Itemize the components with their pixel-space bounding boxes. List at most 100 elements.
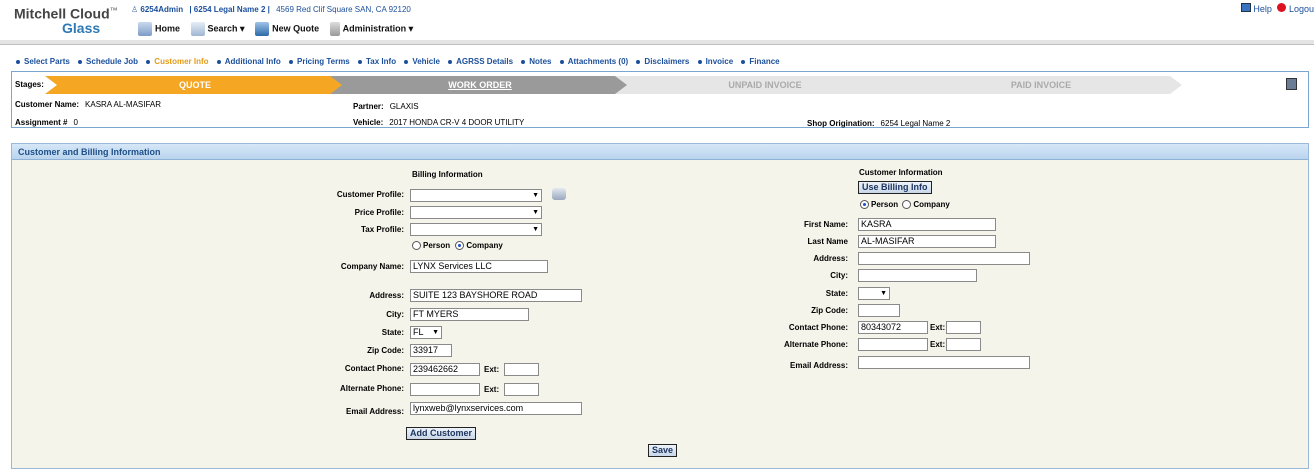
subnav-finance[interactable]: Finance (741, 57, 780, 66)
customer-alt-ext-field[interactable] (946, 338, 981, 351)
price-profile-label: Price Profile: (354, 208, 404, 217)
wrench-icon (329, 22, 340, 36)
lookup-icon[interactable] (552, 188, 566, 200)
customer-zip-label: Zip Code: (811, 306, 848, 315)
subnav-schedule-job[interactable]: Schedule Job (78, 57, 138, 66)
subnav-pricing-terms[interactable]: Pricing Terms (289, 57, 350, 66)
logout-link[interactable]: Logou (1289, 4, 1314, 14)
customer-ext-label: Ext: (930, 323, 946, 332)
customer-email-field[interactable] (858, 356, 1030, 369)
customer-type-radios: Person Company (860, 200, 950, 210)
nav-administration[interactable]: Administration ▾ (329, 22, 413, 36)
stage-panel: Stages: QUOTE WORK ORDER UNPAID INVOICE … (11, 71, 1309, 128)
customer-address-field[interactable] (858, 252, 1030, 265)
subnav-vehicle[interactable]: Vehicle (404, 57, 440, 66)
subnav-disclaimers[interactable]: Disclaimers (636, 57, 689, 66)
user-name[interactable]: 6254Admin (140, 5, 183, 14)
billing-zip-label: Zip Code: (367, 346, 404, 355)
nav-search[interactable]: Search ▾ (190, 22, 245, 36)
subnav-notes[interactable]: Notes (521, 57, 552, 66)
save-button[interactable]: Save (648, 444, 678, 457)
nav-new-quote[interactable]: New Quote (255, 22, 319, 36)
billing-title: Billing Information (412, 170, 483, 179)
customer-zip-field[interactable] (858, 304, 900, 317)
user-info: ♙ 6254Admin | 6254 Legal Name 2 | 4569 R… (131, 5, 411, 14)
last-name-label: Last Name (807, 237, 848, 246)
billing-ext-field[interactable] (504, 363, 539, 376)
billing-state-select[interactable]: FL ▼ (410, 326, 442, 339)
customer-alt-phone-field[interactable] (858, 338, 928, 351)
customer-profile-select[interactable]: ▼ (410, 189, 542, 202)
assignment-info: Assignment #0 (15, 118, 78, 127)
subnav-invoice[interactable]: Invoice (697, 57, 733, 66)
first-name-label: First Name: (803, 220, 848, 229)
use-billing-info-button[interactable]: Use Billing Info (858, 181, 932, 194)
billing-city-label: City: (386, 310, 404, 319)
home-icon (138, 22, 152, 36)
stage-paid-invoice: PAID INVOICE (900, 76, 1182, 94)
billing-type-radios: Person Company (412, 241, 503, 251)
first-name-field[interactable]: KASRA (858, 218, 996, 231)
billing-alt-ext-label: Ext: (484, 385, 500, 394)
sub-nav: Select Parts Schedule Job Customer Info … (16, 57, 786, 66)
subnav-tax-info[interactable]: Tax Info (358, 57, 396, 66)
subnav-agrss-details[interactable]: AGRSS Details (448, 57, 513, 66)
billing-company-radio[interactable]: Company (455, 241, 503, 251)
billing-state-label: State: (381, 328, 404, 337)
panel-title: Customer and Billing Information (12, 144, 1308, 160)
help-icon (1240, 3, 1251, 12)
billing-address-label: Address: (369, 291, 404, 300)
vehicle-info: Vehicle: 2017 HONDA CR-V 4 DOOR UTILITY (353, 118, 525, 127)
billing-city-field[interactable]: FT MYERS (410, 308, 529, 321)
user-icon: ♙ (131, 5, 139, 14)
help-link[interactable]: Help (1253, 4, 1272, 14)
app-logo: Mitchell Cloud™ Glass (14, 5, 118, 36)
price-profile-select[interactable]: ▼ (410, 206, 542, 219)
billing-contact-phone-label: Contact Phone: (344, 364, 404, 373)
customer-alt-ext-label: Ext: (930, 340, 946, 349)
company-name-field[interactable]: LYNX Services LLC (410, 260, 548, 273)
customer-profile-label: Customer Profile: (336, 190, 404, 199)
customer-contact-phone-label: Contact Phone: (788, 323, 848, 332)
customer-contact-phone-field[interactable]: 80343072 (858, 321, 928, 334)
billing-zip-field[interactable]: 33917 (410, 344, 452, 357)
shop-address: 4569 Red Clif Square SAN, CA 92120 (276, 5, 411, 14)
billing-alt-phone-label: Alternate Phone: (339, 384, 404, 393)
customer-company-radio[interactable]: Company (902, 200, 950, 210)
billing-contact-phone-field[interactable]: 239462662 (410, 363, 480, 376)
subnav-customer-info[interactable]: Customer Info (146, 57, 209, 66)
billing-person-radio[interactable]: Person (412, 241, 450, 251)
customer-state-select[interactable]: ▼ (858, 287, 890, 300)
stage-unpaid-invoice: UNPAID INVOICE (615, 76, 915, 94)
billing-ext-label: Ext: (484, 365, 500, 374)
settings-icon[interactable] (1286, 78, 1297, 90)
top-header: Mitchell Cloud™ Glass ♙ 6254Admin | 6254… (0, 0, 1314, 40)
subnav-attachments[interactable]: Attachments (0) (559, 57, 628, 66)
customer-city-field[interactable] (858, 269, 977, 282)
new-quote-icon (255, 22, 270, 36)
subnav-additional-info[interactable]: Additional Info (216, 57, 281, 66)
stage-work-order[interactable]: WORK ORDER (330, 76, 630, 94)
customer-state-label: State: (825, 289, 848, 298)
search-icon (190, 22, 205, 36)
shop-origination-info: Shop Origination: 6254 Legal Name 2 (807, 119, 951, 128)
tax-profile-select[interactable]: ▼ (410, 223, 542, 236)
billing-address-field[interactable]: SUITE 123 BAYSHORE ROAD (410, 289, 582, 302)
billing-alt-ext-field[interactable] (504, 383, 539, 396)
header-separator (0, 40, 1314, 45)
customer-person-radio[interactable]: Person (860, 200, 898, 210)
stage-quote[interactable]: QUOTE (45, 76, 345, 94)
billing-alt-phone-field[interactable] (410, 383, 480, 396)
add-customer-button[interactable]: Add Customer (406, 427, 477, 440)
subnav-select-parts[interactable]: Select Parts (16, 57, 70, 66)
main-nav: Home Search ▾ New Quote Administration ▾ (138, 22, 421, 36)
billing-email-field[interactable]: lynxweb@lynxservices.com (410, 402, 582, 415)
top-right-links: Help Logou (1240, 3, 1314, 14)
company-name-label: Company Name: (340, 262, 404, 271)
customer-address-label: Address: (813, 254, 848, 263)
nav-home[interactable]: Home (138, 22, 180, 36)
customer-ext-field[interactable] (946, 321, 981, 334)
tax-profile-label: Tax Profile: (361, 225, 404, 234)
billing-email-label: Email Address: (346, 407, 404, 416)
last-name-field[interactable]: AL-MASIFAR (858, 235, 996, 248)
